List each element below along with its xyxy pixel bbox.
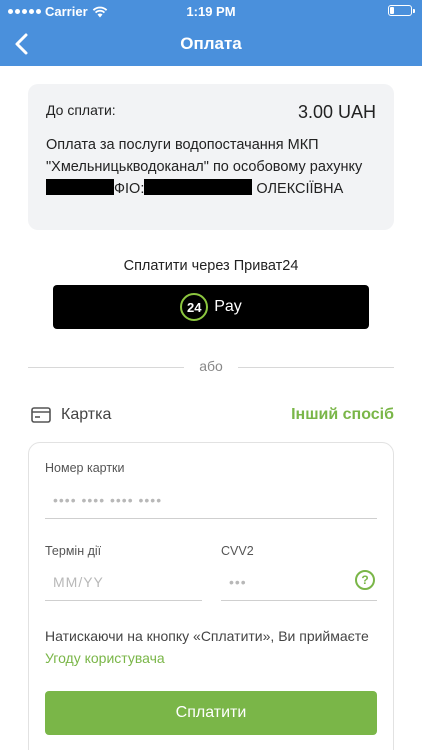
redacted-account bbox=[46, 179, 114, 195]
description-text-2: ФІО: bbox=[114, 181, 145, 197]
description-text-3: ОЛЕКСІЇВНА bbox=[256, 181, 344, 197]
privat24-pay-button[interactable]: 24 Pay bbox=[53, 285, 369, 329]
description-text-1: Оплата за послуги водопостачання МКП "Хм… bbox=[46, 137, 363, 175]
divider-right bbox=[238, 367, 394, 368]
help-icon[interactable]: ? bbox=[355, 570, 375, 590]
card-number-input[interactable] bbox=[45, 489, 377, 519]
pay-submit-button[interactable]: Сплатити bbox=[45, 691, 377, 735]
cvv-label: CVV2 bbox=[221, 544, 254, 558]
card-section-title: Картка bbox=[61, 406, 112, 423]
cvv-input[interactable] bbox=[221, 571, 377, 601]
amount-label: До сплати: bbox=[46, 102, 116, 118]
privat24-label: Сплатити через Приват24 bbox=[123, 258, 299, 274]
agreement-text: Натискаючи на кнопку «Сплатити», Ви прий… bbox=[45, 625, 381, 669]
redacted-name bbox=[144, 179, 253, 195]
payment-description: Оплата за послуги водопостачання МКП "Хм… bbox=[46, 134, 376, 200]
user-agreement-link[interactable]: Угоду користувача bbox=[45, 650, 165, 666]
credit-card-icon bbox=[31, 407, 51, 423]
pay-label: Pay bbox=[214, 298, 242, 315]
battery-icon bbox=[388, 5, 415, 16]
expiry-input[interactable] bbox=[45, 571, 202, 601]
page-title: Оплата bbox=[180, 34, 242, 53]
agreement-body: Натискаючи на кнопку «Сплатити», Ви прий… bbox=[45, 628, 369, 644]
divider-text: або bbox=[199, 358, 223, 374]
card-form: Номер картки Термін дії CVV2 ? Натискаюч… bbox=[28, 442, 394, 750]
payment-summary-card: До сплати: 3.00 UAH Оплата за послуги во… bbox=[28, 84, 394, 230]
status-time: 1:19 PM bbox=[186, 4, 236, 19]
amount-value: 3.00 UAH bbox=[297, 102, 376, 122]
privat24-logo-icon: 24 bbox=[180, 293, 209, 321]
card-number-label: Номер картки bbox=[45, 461, 125, 475]
expiry-label: Термін дії bbox=[45, 544, 102, 558]
other-method-link[interactable]: Інший спосіб bbox=[291, 406, 394, 424]
nav-bar: Оплата bbox=[0, 22, 422, 66]
status-bar: Carrier 1:19 PM bbox=[0, 0, 422, 22]
